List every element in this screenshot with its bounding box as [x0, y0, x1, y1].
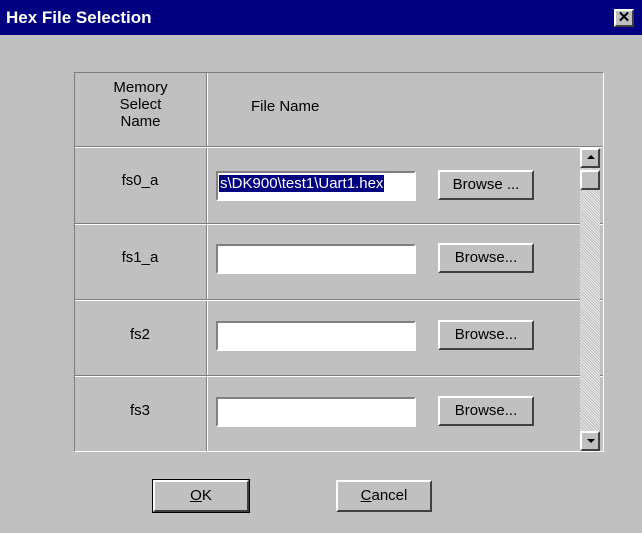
close-icon[interactable]: ✕	[614, 9, 634, 27]
file-name-field-fs1-a[interactable]	[216, 244, 416, 274]
browse-button-fs3[interactable]: Browse...	[438, 396, 534, 426]
header-file-name: File Name	[251, 98, 320, 115]
ok-button[interactable]: OK	[152, 479, 250, 513]
ok-mnemonic: O	[190, 487, 202, 504]
browse-button-fs2[interactable]: Browse...	[438, 320, 534, 350]
row-divider	[75, 299, 603, 301]
browse-button-fs0-a[interactable]: Browse ...	[438, 170, 534, 200]
scroll-up-button[interactable]	[580, 148, 600, 168]
scroll-thumb[interactable]	[580, 170, 600, 190]
row-label-fs2: fs2	[129, 326, 150, 343]
row-divider	[75, 375, 603, 377]
scroll-down-button[interactable]	[580, 431, 600, 451]
file-name-field-fs0-a[interactable]: s\DK900\test1\Uart1.hex	[216, 171, 416, 201]
file-name-field-fs2[interactable]	[216, 321, 416, 351]
vertical-scrollbar[interactable]	[580, 148, 600, 451]
ok-label: K	[201, 487, 212, 504]
file-name-field-fs3[interactable]	[216, 397, 416, 427]
cancel-button[interactable]: Cancel	[336, 480, 432, 512]
row-label-fs0-a: fs0_a	[121, 172, 159, 189]
arrow-up-icon	[587, 155, 595, 159]
cancel-label: ancel	[371, 487, 408, 504]
row-divider	[75, 223, 603, 225]
header-memory-select-name: Memory Select Name	[113, 79, 168, 130]
title-bar[interactable]: Hex File Selection ✕	[0, 0, 642, 35]
browse-button-fs1-a[interactable]: Browse...	[438, 243, 534, 273]
row-label-fs3: fs3	[129, 402, 150, 419]
row-divider	[75, 146, 603, 148]
cancel-mnemonic: C	[360, 487, 372, 504]
hex-file-selection-dialog: Hex File Selection ✕ Memory Select Name …	[0, 0, 642, 533]
selected-file-path: s\DK900\test1\Uart1.hex	[219, 175, 385, 192]
column-divider	[206, 73, 208, 451]
row-label-fs1-a: fs1_a	[121, 249, 159, 266]
window-title: Hex File Selection	[6, 8, 152, 27]
arrow-down-icon	[587, 439, 595, 443]
